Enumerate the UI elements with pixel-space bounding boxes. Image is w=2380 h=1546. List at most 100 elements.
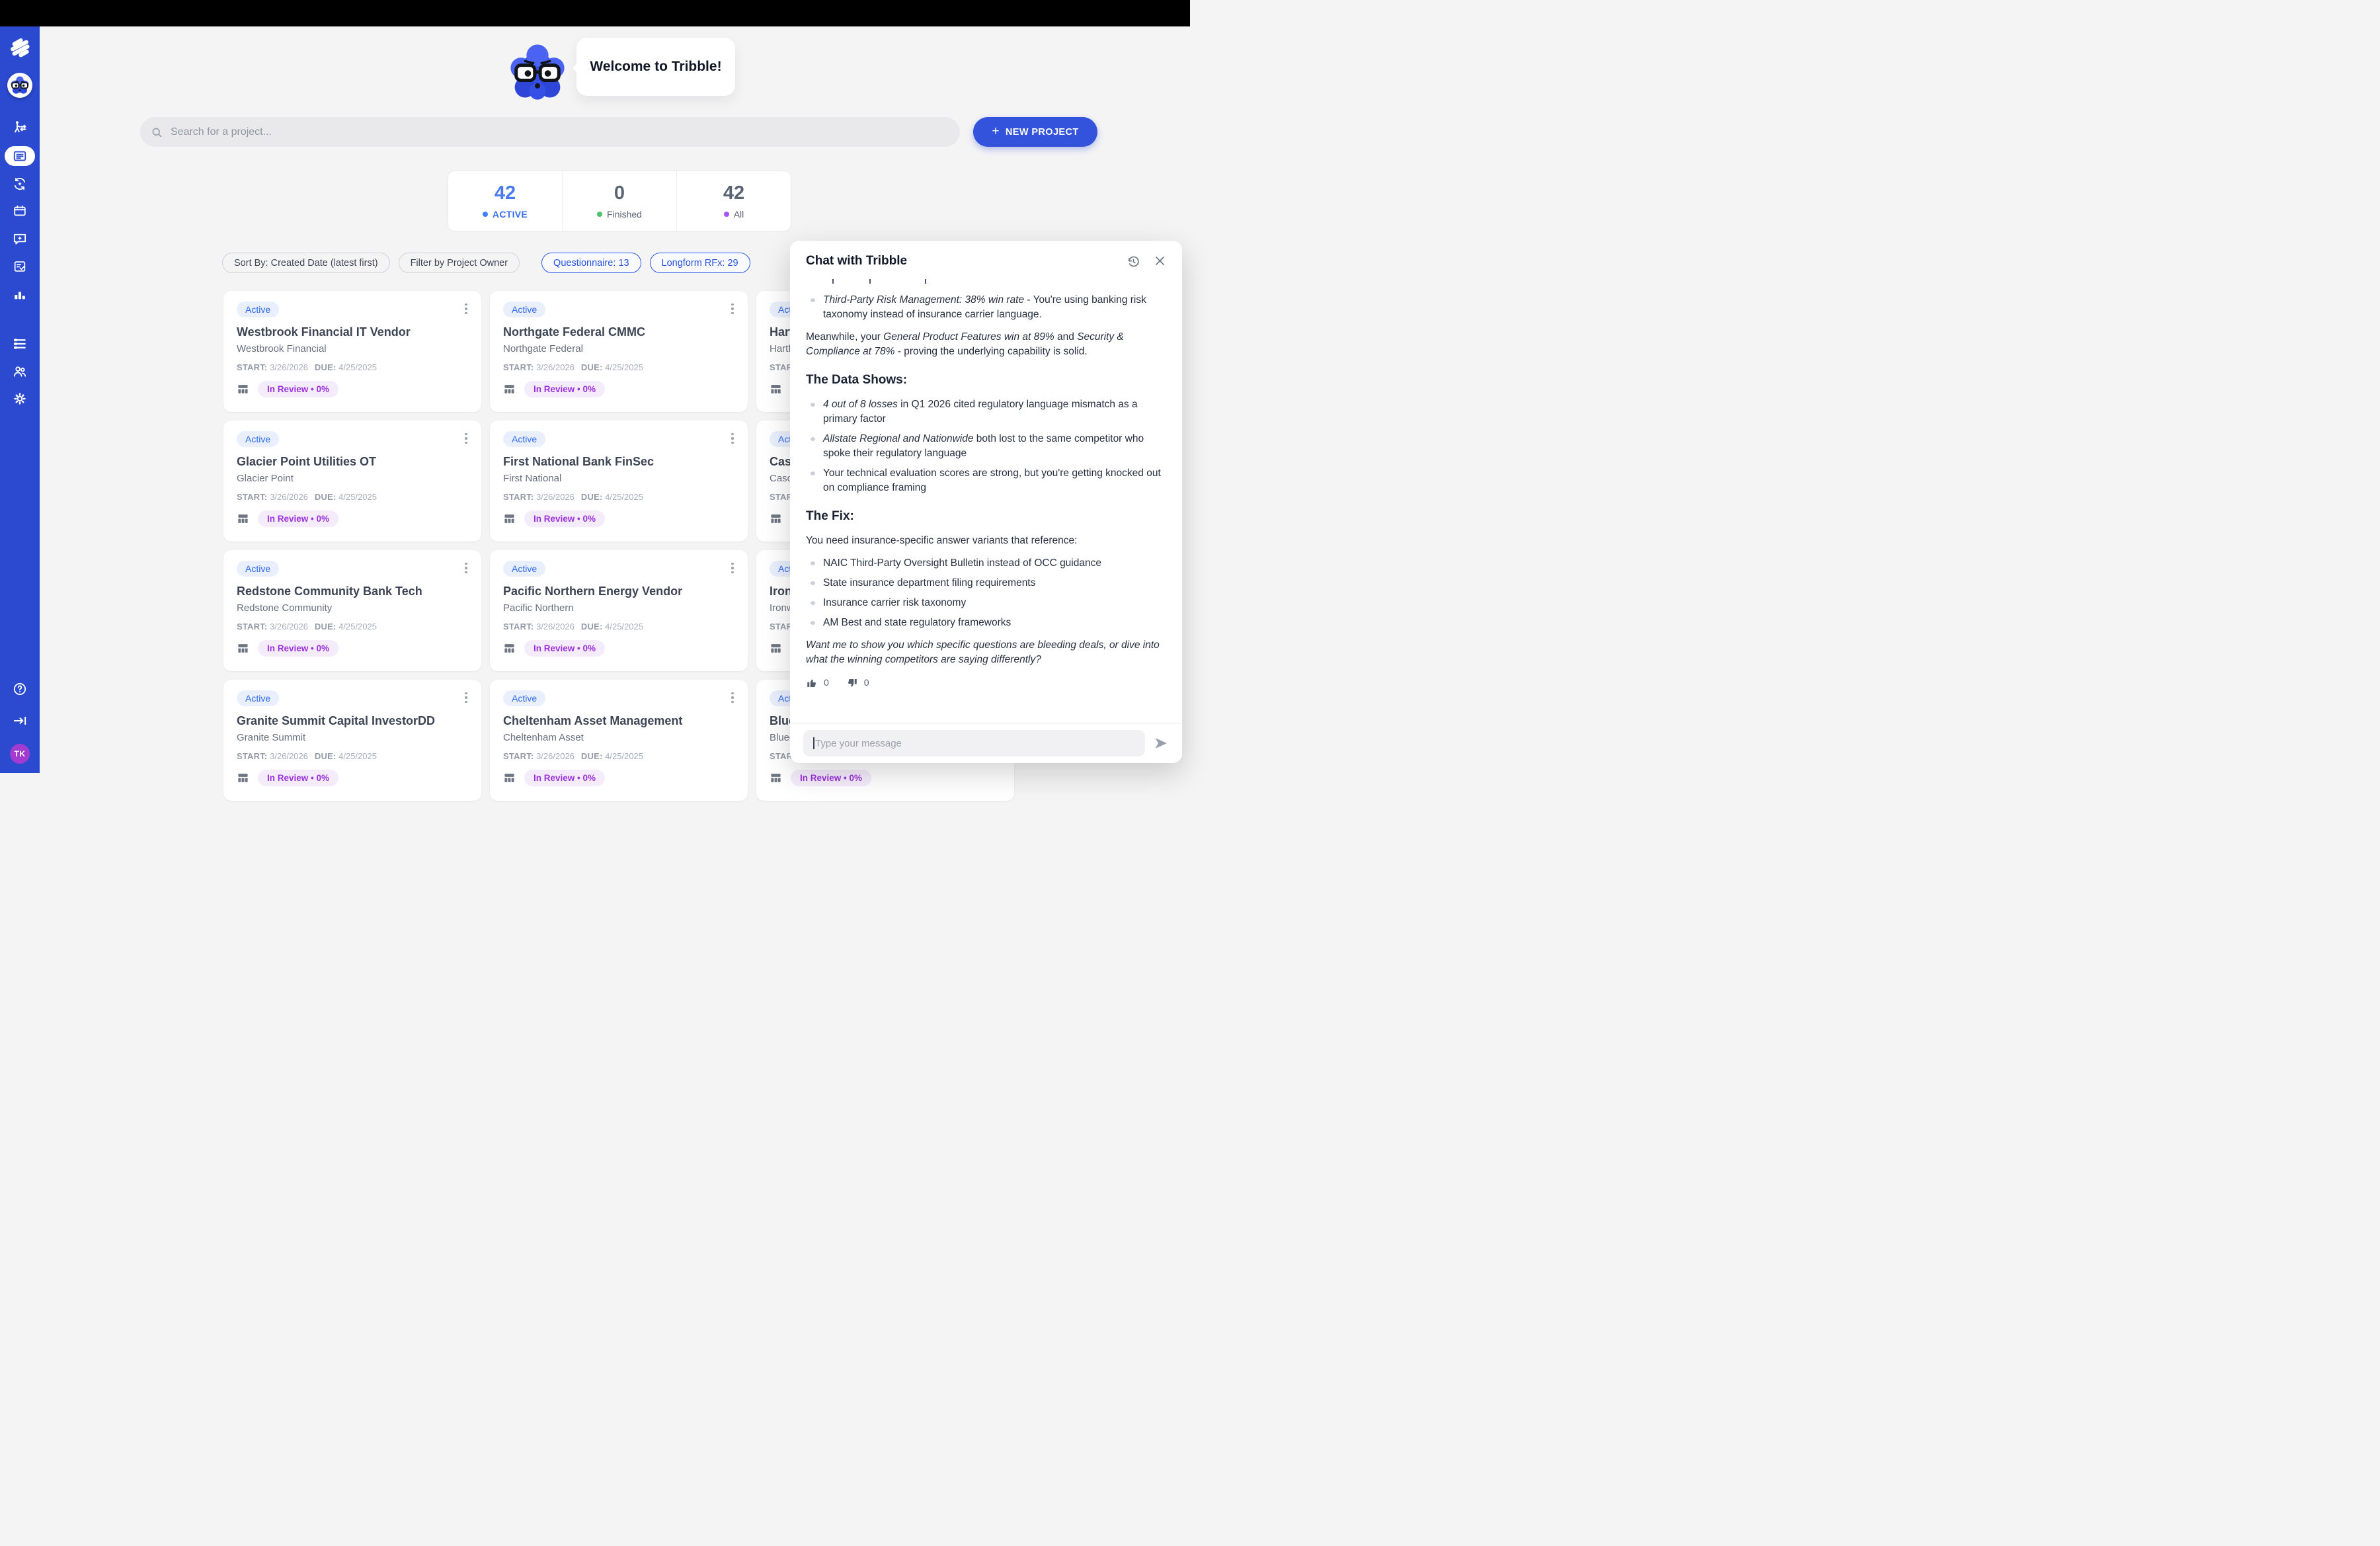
table-icon (237, 642, 249, 655)
chat-bullet-list: NAIC Third-Party Oversight Bulletin inst… (806, 556, 1166, 630)
project-dates: START: 3/26/2026DUE: 4/25/2025 (503, 751, 643, 761)
chat-paragraph: Want me to show you which specific quest… (806, 638, 1166, 667)
tribble-mascot (504, 38, 571, 106)
projects-nav-active[interactable] (5, 146, 35, 166)
review-progress-badge: In Review • 0% (258, 770, 338, 786)
chat-messages[interactable]: Third-Party Risk Management: 38% win rat… (790, 272, 1182, 723)
project-dates: START: 3/26/2026DUE: 4/25/2025 (503, 622, 643, 631)
all-dot (724, 212, 729, 217)
project-title: First National Bank FinSec (503, 455, 724, 469)
search-input[interactable] (171, 126, 949, 138)
card-menu-icon[interactable] (459, 430, 473, 447)
chat-message-input[interactable] (803, 730, 1145, 756)
finished-label: Finished (607, 209, 642, 220)
card-menu-icon[interactable] (725, 559, 740, 577)
sort-by-chip[interactable]: Sort By: Created Date (latest first) (222, 253, 390, 273)
chat-bullet-item: 4 out of 8 losses in Q1 2026 cited regul… (806, 397, 1166, 427)
table-icon (237, 512, 249, 525)
longform-rfx-chip[interactable]: Longform RFx: 29 (650, 253, 750, 273)
user-initials: TK (15, 749, 26, 758)
chat-nav-icon[interactable] (13, 231, 28, 247)
new-project-label: NEW PROJECT (1006, 127, 1079, 138)
project-title: Granite Summit Capital InvestorDD (237, 714, 457, 728)
project-subtitle: Westbrook Financial (237, 343, 468, 354)
project-card[interactable]: Active First National Bank FinSec First … (490, 421, 748, 542)
questionnaire-chip[interactable]: Questionnaire: 13 (541, 253, 641, 273)
rows-nav-icon[interactable] (13, 337, 28, 352)
thumbs-down-icon[interactable] (846, 677, 858, 689)
chat-panel: Chat with Tribble Third-Party Risk Manag… (790, 241, 1182, 763)
tasks-nav-icon[interactable] (13, 259, 27, 274)
close-icon[interactable] (1154, 255, 1166, 268)
card-menu-icon[interactable] (459, 689, 473, 706)
user-avatar[interactable]: TK (10, 744, 30, 764)
table-icon (770, 512, 782, 525)
table-icon (503, 642, 516, 655)
sidebar: TK (0, 26, 40, 773)
card-menu-icon[interactable] (725, 430, 740, 447)
card-menu-icon[interactable] (725, 689, 740, 706)
history-icon[interactable] (1127, 255, 1140, 268)
thumbs-up-icon[interactable] (806, 677, 818, 689)
top-black-bar (0, 0, 1190, 26)
project-title: Cheltenham Asset Management (503, 714, 724, 728)
all-count: 42 (723, 183, 744, 204)
project-card[interactable]: Active Granite Summit Capital InvestorDD… (223, 680, 481, 801)
settings-nav-icon[interactable] (13, 391, 28, 407)
status-badge-active: Active (237, 431, 279, 447)
card-menu-icon[interactable] (459, 559, 473, 577)
finished-count: 0 (614, 183, 625, 204)
status-badge-active: Active (503, 302, 545, 317)
table-icon (503, 772, 516, 784)
people-nav-icon[interactable] (13, 364, 28, 380)
project-title: Redstone Community Bank Tech (237, 585, 457, 598)
table-icon (770, 772, 782, 784)
analytics-nav-icon[interactable] (13, 288, 27, 302)
project-card[interactable]: Active Glacier Point Utilities OT Glacie… (223, 421, 481, 542)
project-card[interactable]: Active Westbrook Financial IT Vendor Wes… (223, 291, 481, 412)
thumbs-down-count: 0 (864, 676, 869, 690)
stat-active[interactable]: 42 ACTIVE (448, 171, 562, 231)
chat-bullet-item: Allstate Regional and Nationwide both lo… (806, 432, 1166, 461)
welcome-text: Welcome to Tribble! (590, 59, 721, 75)
project-card[interactable]: Active Cheltenham Asset Management Chelt… (490, 680, 748, 801)
handoff-nav-icon[interactable] (12, 120, 28, 136)
chat-paragraph: You need insurance-specific answer varia… (806, 534, 1166, 548)
project-card[interactable]: Active Redstone Community Bank Tech Reds… (223, 550, 481, 671)
stat-finished[interactable]: 0 Finished (562, 171, 676, 231)
project-subtitle: Cheltenham Asset (503, 732, 734, 743)
card-menu-icon[interactable] (459, 300, 473, 317)
project-card[interactable]: Active Northgate Federal CMMC Northgate … (490, 291, 748, 412)
calendar-nav-icon[interactable] (13, 204, 27, 218)
project-search[interactable] (140, 117, 960, 147)
chat-section-heading: The Data Shows: (806, 372, 1166, 389)
new-project-button[interactable]: + NEW PROJECT (973, 117, 1097, 147)
project-title: Northgate Federal CMMC (503, 325, 724, 339)
help-nav-icon[interactable] (13, 682, 28, 697)
sync-nav-icon[interactable] (13, 177, 28, 192)
project-subtitle: Northgate Federal (503, 343, 734, 354)
chat-bullet-list: Third-Party Risk Management: 38% win rat… (806, 293, 1166, 322)
logout-nav-icon[interactable] (13, 713, 28, 729)
send-message-icon[interactable] (1153, 735, 1169, 751)
table-icon (503, 383, 516, 395)
stat-all[interactable]: 42 All (676, 171, 791, 231)
review-progress-badge: In Review • 0% (791, 770, 871, 786)
chat-header: Chat with Tribble (790, 241, 1182, 272)
project-subtitle: Granite Summit (237, 732, 468, 743)
project-card[interactable]: Active Pacific Northern Energy Vendor Pa… (490, 550, 748, 671)
finished-dot (597, 212, 602, 217)
active-label: ACTIVE (493, 209, 528, 220)
status-badge-active: Active (503, 561, 545, 577)
status-badge-active: Active (237, 561, 279, 577)
project-title: Pacific Northern Energy Vendor (503, 585, 724, 598)
table-icon (503, 512, 516, 525)
active-dot (483, 212, 488, 217)
mascot-avatar[interactable] (7, 73, 32, 98)
tribble-logo (7, 34, 33, 61)
filter-owner-chip[interactable]: Filter by Project Owner (399, 253, 520, 273)
card-menu-icon[interactable] (725, 300, 740, 317)
review-progress-badge: In Review • 0% (524, 381, 605, 397)
chat-bullet-item: Third-Party Risk Management: 38% win rat… (806, 293, 1166, 322)
message-feedback: 00 (806, 676, 1166, 690)
